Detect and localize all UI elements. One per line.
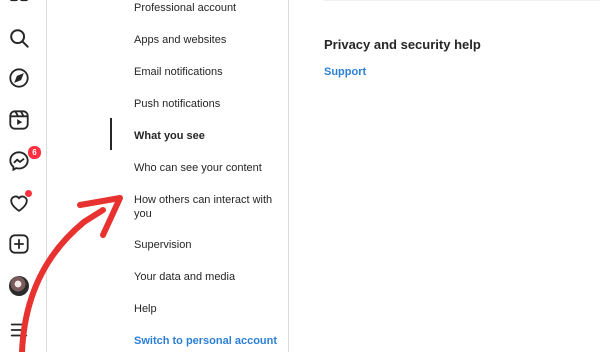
settings-menu: Professional account Apps and websites E… — [110, 0, 289, 352]
explore-icon[interactable] — [7, 66, 31, 90]
search-icon[interactable] — [7, 26, 31, 50]
settings-item-how-others-can-interact[interactable]: How others can interact with you — [134, 193, 274, 221]
main-content: Privacy and security help Support — [324, 0, 600, 352]
support-link[interactable]: Support — [324, 66, 366, 78]
switch-to-personal-account-link[interactable]: Switch to personal account — [134, 334, 284, 348]
settings-item-email-notifications[interactable]: Email notifications — [134, 65, 284, 79]
privacy-security-help-title: Privacy and security help — [324, 37, 481, 52]
heart-icon[interactable] — [7, 189, 33, 215]
notification-dot — [24, 189, 33, 198]
settings-item-who-can-see-your-content[interactable]: Who can see your content — [134, 161, 284, 175]
settings-item-apps-and-websites[interactable]: Apps and websites — [134, 33, 284, 47]
settings-item-professional-account[interactable]: Professional account — [134, 1, 284, 15]
grid-icon[interactable] — [7, 0, 31, 14]
settings-item-supervision[interactable]: Supervision — [134, 238, 284, 252]
settings-item-help[interactable]: Help — [134, 302, 284, 316]
settings-item-what-you-see[interactable]: What you see — [134, 129, 284, 143]
messages-badge: 6 — [27, 145, 42, 160]
settings-item-your-data-and-media[interactable]: Your data and media — [134, 270, 284, 284]
active-indicator — [110, 118, 112, 150]
divider — [324, 0, 600, 1]
nav-rail: 6 — [0, 0, 47, 352]
settings-item-push-notifications[interactable]: Push notifications — [134, 97, 284, 111]
messenger-icon[interactable]: 6 — [7, 145, 42, 173]
menu-icon[interactable] — [7, 318, 31, 342]
avatar[interactable] — [9, 276, 29, 296]
reels-icon[interactable] — [7, 108, 31, 132]
create-icon[interactable] — [7, 232, 31, 256]
